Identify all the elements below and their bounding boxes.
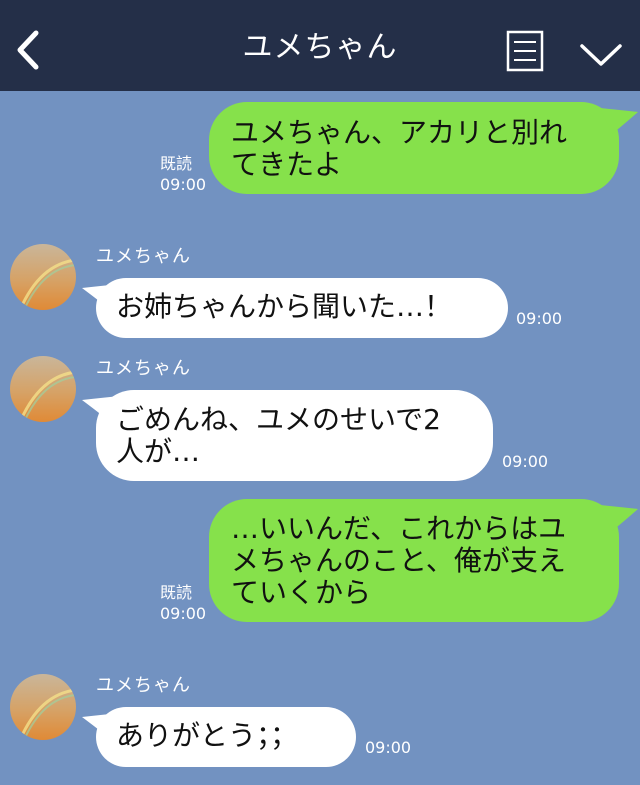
message-time: 09:00 <box>516 309 563 328</box>
message-text-line: ていくから <box>231 576 372 609</box>
message-time: 09:00 <box>365 738 412 757</box>
chat-header: ユメちゃん <box>0 0 640 91</box>
sender-name: ユメちゃん <box>96 675 191 696</box>
bubble-tail <box>600 505 638 531</box>
message-time: 09:00 <box>502 452 549 471</box>
sender-name: ユメちゃん <box>96 358 191 379</box>
note-icon[interactable] <box>506 30 544 72</box>
chat-title: ユメちゃん <box>242 30 398 65</box>
incoming-message-bubble[interactable]: ごめんね、ユメのせいで2 人が… <box>96 390 493 481</box>
avatar[interactable] <box>10 356 76 422</box>
outgoing-message-bubble[interactable]: ユメちゃん、アカリと別れ てきたよ <box>209 102 619 194</box>
bubble-tail <box>600 108 638 134</box>
message-text-line: メちゃんのこと、俺が支え <box>231 544 566 577</box>
message-meta: 既読 09:00 <box>160 153 206 195</box>
incoming-message-bubble[interactable]: ありがとう；； <box>96 707 356 767</box>
read-label: 既読 <box>160 154 193 173</box>
message-text-line: ありがとう；； <box>116 719 299 752</box>
message-text-line: ごめんね、ユメのせいで2 <box>116 403 441 436</box>
message-text-line: 人が… <box>116 435 201 468</box>
outgoing-message-bubble[interactable]: …いいんだ、これからはユ メちゃんのこと、俺が支え ていくから <box>209 499 619 622</box>
message-meta: 既読 09:00 <box>160 582 206 624</box>
avatar[interactable] <box>10 244 76 310</box>
message-time: 09:00 <box>160 604 207 623</box>
message-text-line: お姉ちゃんから聞いた…！ <box>116 290 453 323</box>
incoming-message-bubble[interactable]: お姉ちゃんから聞いた…！ <box>96 278 508 338</box>
message-text-line: てきたよ <box>231 148 343 181</box>
message-text-line: ユメちゃん、アカリと別れ <box>231 116 568 149</box>
chevron-down-icon[interactable] <box>578 40 624 68</box>
message-text-line: …いいんだ、これからはユ <box>231 512 567 545</box>
avatar[interactable] <box>10 674 76 740</box>
sender-name: ユメちゃん <box>96 246 191 267</box>
read-label: 既読 <box>160 583 193 602</box>
message-time: 09:00 <box>160 175 207 194</box>
